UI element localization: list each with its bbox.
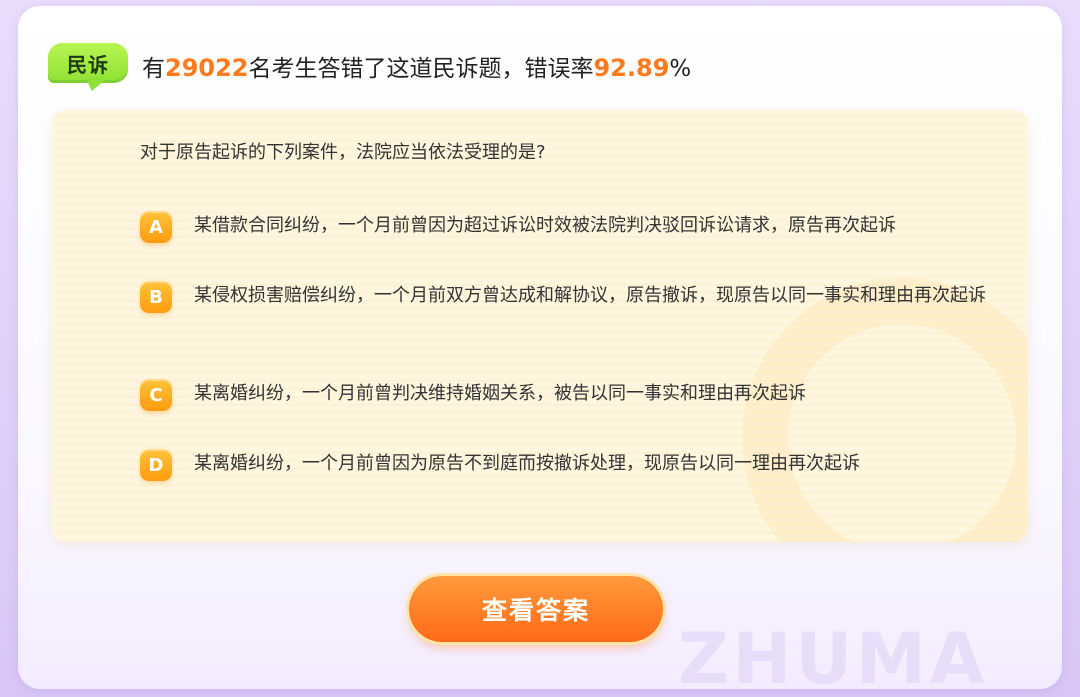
speech-bubble-tail — [81, 79, 107, 91]
brand-watermark: ZHUMA — [678, 618, 989, 689]
subject-tag-label: 民诉 — [67, 52, 109, 77]
option-c[interactable]: C 某离婚纠纷，一个月前曾判决维持婚姻关系，被告以同一事实和理由再次起诉 — [140, 378, 1020, 418]
option-text: 某借款合同纠纷，一个月前曾因为超过诉讼时效被法院判决驳回诉讼请求，原告再次起诉 — [194, 215, 896, 236]
view-answer-button[interactable]: 查看答案 — [409, 576, 663, 642]
option-a[interactable]: A 某借款合同纠纷，一个月前曾因为超过诉讼时效被法院判决驳回诉讼请求，原告再次起… — [140, 210, 1020, 250]
option-text: 某离婚纠纷，一个月前曾判决维持婚姻关系，被告以同一事实和理由再次起诉 — [194, 383, 806, 404]
headline-suffix: % — [669, 56, 692, 82]
option-d[interactable]: D 某离婚纠纷，一个月前曾因为原告不到庭而按撤诉处理，现原告以同一理由再次起诉 — [140, 448, 1020, 488]
error-rate: 92.89 — [593, 54, 670, 82]
option-text: 某离婚纠纷，一个月前曾因为原告不到庭而按撤诉处理，现原告以同一理由再次起诉 — [194, 453, 860, 474]
speech-bubble-icon: 民诉 — [48, 43, 128, 83]
option-text: 某侵权损害赔偿纠纷，一个月前双方曾达成和解协议，原告撤诉，现原告以同一事实和理由… — [194, 285, 986, 306]
error-stats-text: 有29022名考生答错了这道民诉题，错误率92.89% — [142, 49, 691, 83]
option-letter-badge: A — [140, 211, 172, 243]
option-letter-badge: B — [140, 281, 172, 313]
wrong-count: 29022 — [165, 54, 249, 82]
subject-tag: 民诉 — [48, 43, 128, 91]
question-panel: 对于原告起诉的下列案件，法院应当依法受理的是? A 某借款合同纠纷，一个月前曾因… — [52, 110, 1028, 542]
question-card: 民诉 有29022名考生答错了这道民诉题，错误率92.89% 对于原告起诉的下列… — [18, 6, 1062, 689]
option-b[interactable]: B 某侵权损害赔偿纠纷，一个月前双方曾达成和解协议，原告撤诉，现原告以同一事实和… — [140, 280, 1020, 320]
error-stats-header: 民诉 有29022名考生答错了这道民诉题，错误率92.89% — [48, 40, 691, 92]
question-stem: 对于原告起诉的下列案件，法院应当依法受理的是? — [140, 142, 546, 163]
option-letter-badge: C — [140, 379, 172, 411]
headline-middle: 名考生答错了这道民诉题，错误率 — [248, 56, 594, 82]
headline-prefix: 有 — [142, 56, 165, 82]
option-letter-badge: D — [140, 449, 172, 481]
